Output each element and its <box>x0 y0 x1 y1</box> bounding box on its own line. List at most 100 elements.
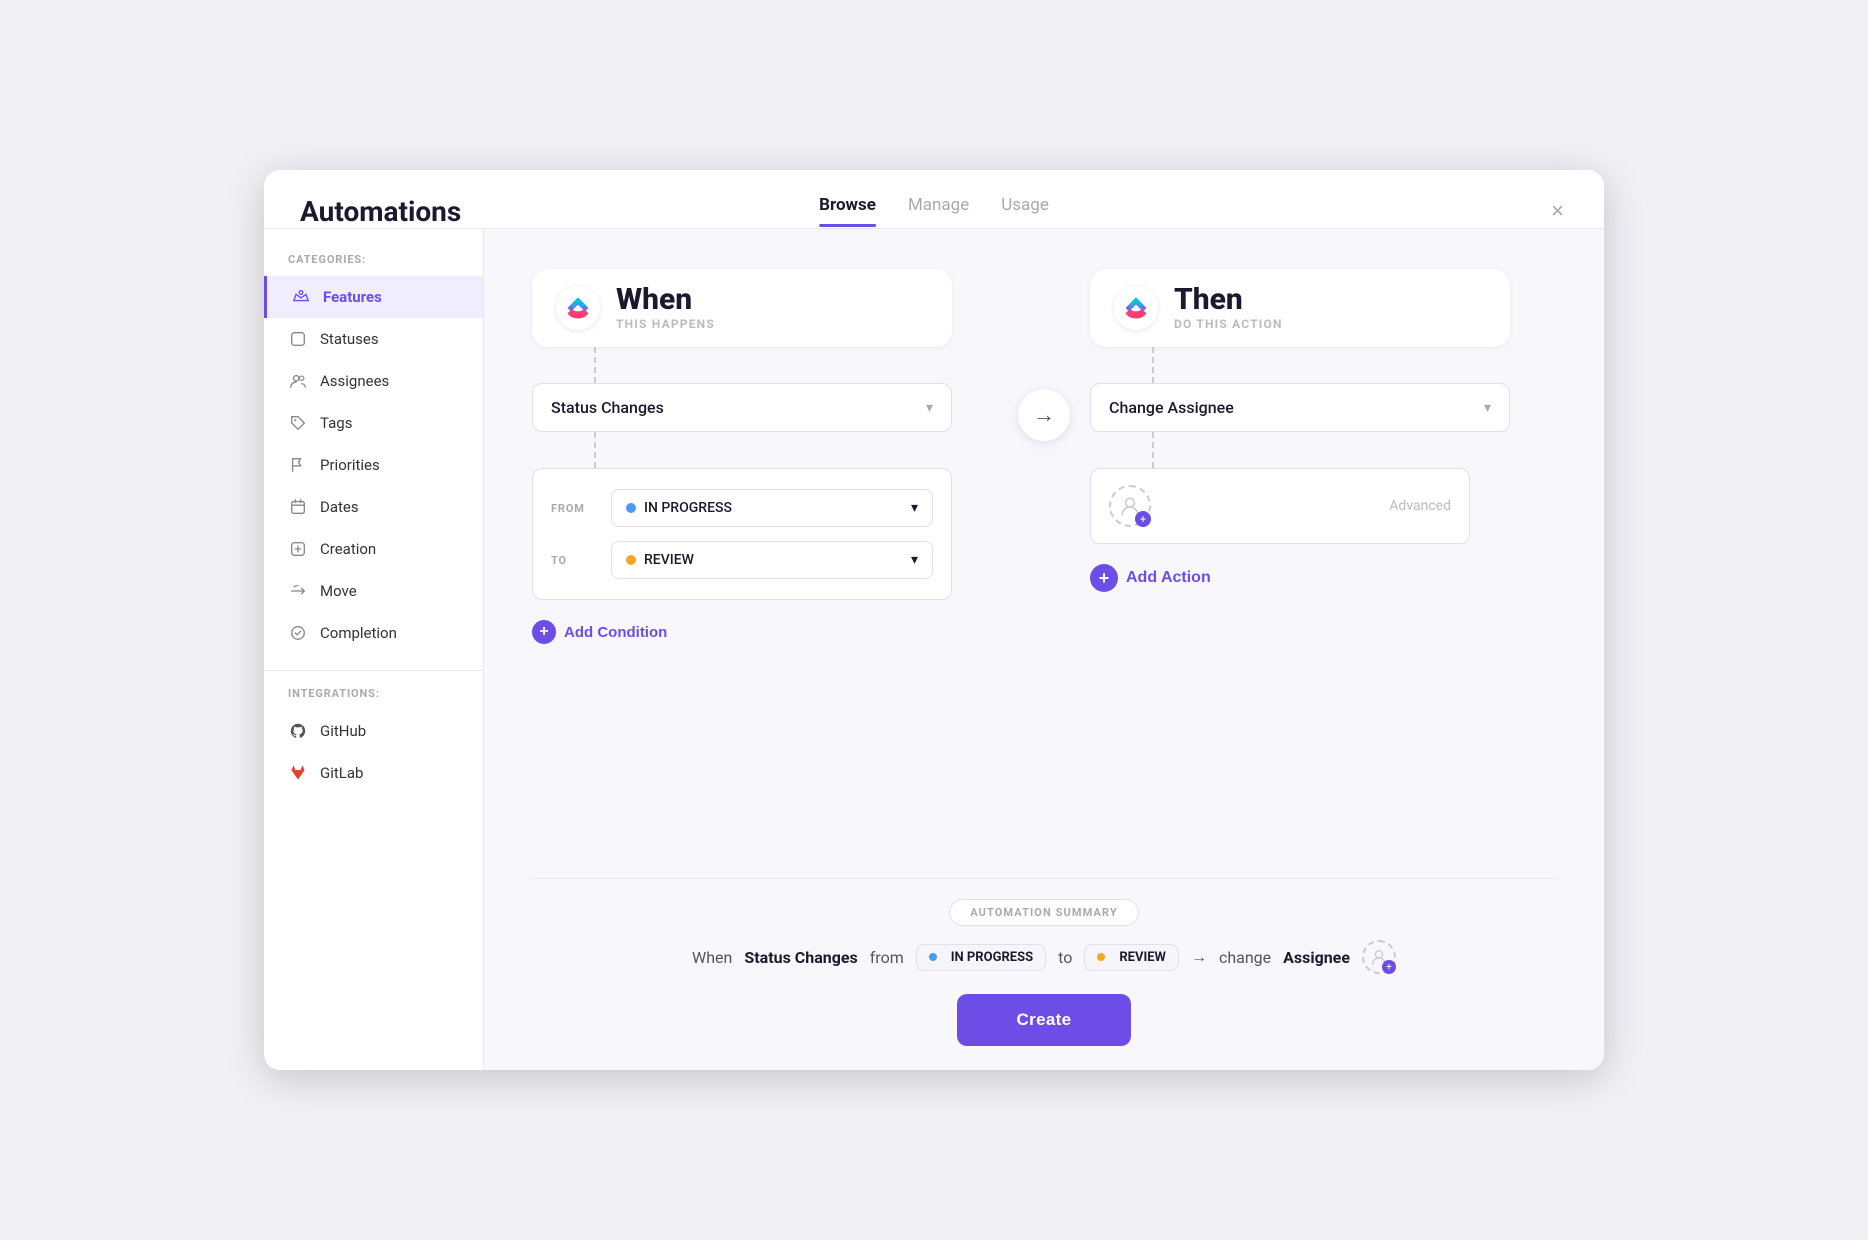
sidebar-item-gitlab-label: GitLab <box>320 764 363 782</box>
summary-in-progress-dot <box>929 953 937 961</box>
close-button[interactable]: × <box>1547 194 1568 228</box>
when-panel-text: When THIS HAPPENS <box>616 285 715 331</box>
from-select[interactable]: IN PROGRESS ▾ <box>611 489 933 527</box>
summary-arrow-text: → <box>1191 947 1207 967</box>
summary-section: AUTOMATION SUMMARY When Status Changes f… <box>532 878 1556 1046</box>
sidebar-item-completion[interactable]: Completion <box>264 612 483 654</box>
sidebar-item-priorities-label: Priorities <box>320 456 380 474</box>
github-icon <box>288 721 308 741</box>
add-condition-button[interactable]: + Add Condition <box>532 620 667 644</box>
flag-icon <box>288 455 308 475</box>
dashed-connector-3 <box>1152 347 1154 383</box>
summary-in-progress-value: IN PROGRESS <box>951 950 1033 965</box>
summary-chip-in-progress: IN PROGRESS <box>916 944 1046 971</box>
sidebar-item-features[interactable]: Features <box>264 276 483 318</box>
square-icon <box>288 329 308 349</box>
then-panel-header: Then DO THIS ACTION <box>1090 269 1510 347</box>
add-action-plus-icon: + <box>1090 564 1118 592</box>
assignee-plus-icon: + <box>1135 511 1151 527</box>
to-chevron-icon: ▾ <box>911 552 918 568</box>
then-panel-text: Then DO THIS ACTION <box>1174 285 1283 331</box>
sidebar-item-dates-label: Dates <box>320 498 359 516</box>
then-logo <box>1114 286 1158 330</box>
when-panel: When THIS HAPPENS Status Changes ▾ FROM <box>532 269 998 644</box>
plus-square-icon <box>288 539 308 559</box>
sidebar-item-move[interactable]: Move <box>264 570 483 612</box>
summary-bar: When Status Changes from IN PROGRESS to … <box>532 940 1556 974</box>
assignee-action-box: + Advanced <box>1090 468 1470 544</box>
tabs-nav: Browse Manage Usage <box>819 195 1049 227</box>
sidebar-item-move-label: Move <box>320 582 357 600</box>
from-label: FROM <box>551 502 599 515</box>
add-condition-plus-icon: + <box>532 620 556 644</box>
tab-browse[interactable]: Browse <box>819 195 876 227</box>
trigger-select[interactable]: Status Changes ▾ <box>532 383 952 432</box>
summary-from-text: from <box>870 948 904 967</box>
when-header-main: When <box>616 285 715 315</box>
from-condition-row: FROM IN PROGRESS ▾ <box>551 489 933 527</box>
summary-to-text: to <box>1058 948 1072 967</box>
tab-manage[interactable]: Manage <box>908 195 969 227</box>
action-select[interactable]: Change Assignee ▾ <box>1090 383 1510 432</box>
add-action-label: Add Action <box>1126 569 1211 587</box>
people-icon <box>288 371 308 391</box>
sidebar-item-statuses-label: Statuses <box>320 330 379 348</box>
summary-chip-review: REVIEW <box>1084 944 1179 971</box>
when-panel-header: When THIS HAPPENS <box>532 269 952 347</box>
sidebar-item-tags[interactable]: Tags <box>264 402 483 444</box>
trigger-chevron-icon: ▾ <box>926 400 933 416</box>
summary-assignee: Assignee <box>1283 948 1350 967</box>
dashed-connector-4 <box>1152 432 1154 468</box>
to-condition-row: TO REVIEW ▾ <box>551 541 933 579</box>
to-select[interactable]: REVIEW ▾ <box>611 541 933 579</box>
from-status-dot <box>626 503 636 513</box>
dashed-connector-2 <box>594 432 596 468</box>
add-action-button[interactable]: + Add Action <box>1090 564 1211 592</box>
then-panel: Then DO THIS ACTION Change Assignee ▾ <box>1090 269 1556 592</box>
summary-badge: AUTOMATION SUMMARY <box>949 899 1139 926</box>
sidebar-item-priorities[interactable]: Priorities <box>264 444 483 486</box>
sidebar-divider <box>264 670 483 671</box>
advanced-link[interactable]: Advanced <box>1389 498 1451 514</box>
to-label: TO <box>551 554 599 567</box>
summary-change-text: change <box>1219 948 1271 967</box>
main-content: When THIS HAPPENS Status Changes ▾ FROM <box>484 229 1604 1070</box>
modal-title: Automations <box>300 195 461 228</box>
sidebar: CATEGORIES: Features Statuses <box>264 229 484 1070</box>
move-icon <box>288 581 308 601</box>
trigger-select-value: Status Changes <box>551 398 664 417</box>
from-select-value: IN PROGRESS <box>644 500 732 516</box>
to-select-content: REVIEW <box>626 552 694 568</box>
summary-avatar-plus-icon: + <box>1382 960 1396 974</box>
sidebar-item-github[interactable]: GitHub <box>264 710 483 752</box>
sidebar-item-features-label: Features <box>323 288 382 306</box>
when-header-sub: THIS HAPPENS <box>616 317 715 331</box>
from-chevron-icon: ▾ <box>911 500 918 516</box>
sidebar-item-dates[interactable]: Dates <box>264 486 483 528</box>
assignee-avatar[interactable]: + <box>1109 485 1151 527</box>
sidebar-item-completion-label: Completion <box>320 624 397 642</box>
then-header-main: Then <box>1174 285 1283 315</box>
sidebar-item-gitlab[interactable]: GitLab <box>264 752 483 794</box>
summary-status-changes: Status Changes <box>744 948 857 967</box>
to-status-dot <box>626 555 636 565</box>
add-condition-label: Add Condition <box>564 624 667 641</box>
arrow-connector: → <box>998 389 1090 441</box>
dashed-connector-1 <box>594 347 596 383</box>
summary-when-text: When <box>692 948 732 967</box>
from-select-content: IN PROGRESS <box>626 500 732 516</box>
modal: Automations Browse Manage Usage × CATEGO… <box>264 170 1604 1070</box>
sidebar-item-creation[interactable]: Creation <box>264 528 483 570</box>
integrations-label: INTEGRATIONS: <box>264 687 483 710</box>
sidebar-item-assignees[interactable]: Assignees <box>264 360 483 402</box>
sidebar-item-github-label: GitHub <box>320 722 366 740</box>
conditions-box: FROM IN PROGRESS ▾ TO <box>532 468 952 600</box>
tab-usage[interactable]: Usage <box>1001 195 1049 227</box>
gitlab-icon <box>288 763 308 783</box>
summary-review-dot <box>1097 953 1105 961</box>
create-button[interactable]: Create <box>957 994 1132 1046</box>
action-select-value: Change Assignee <box>1109 398 1234 417</box>
sidebar-item-statuses[interactable]: Statuses <box>264 318 483 360</box>
sidebar-item-creation-label: Creation <box>320 540 376 558</box>
action-chevron-icon: ▾ <box>1484 400 1491 416</box>
